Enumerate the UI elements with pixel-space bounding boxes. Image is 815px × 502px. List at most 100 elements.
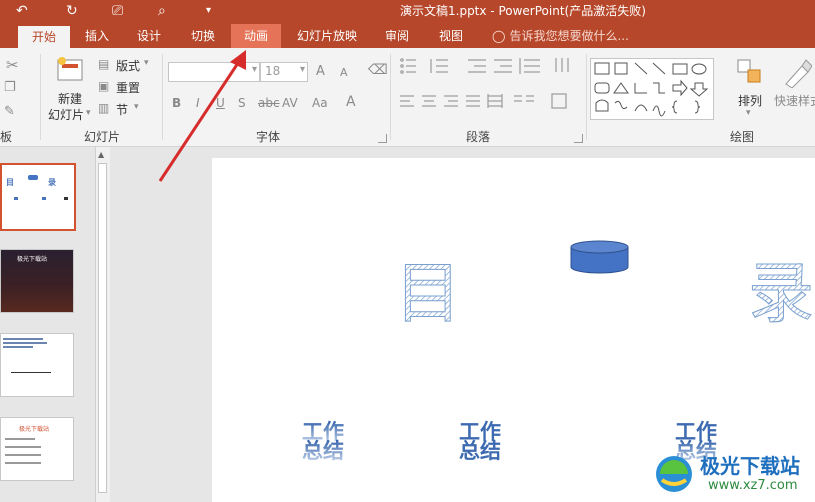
ribbon-tabs: 开始 插入 设计 切换 动画 幻灯片放映 审阅 视图 ◯ 告诉我您想要做什么... xyxy=(0,24,815,48)
tab-animations[interactable]: 动画 xyxy=(231,24,281,48)
clear-format-icon[interactable]: ⌫ xyxy=(368,62,388,78)
thumb-line xyxy=(3,342,47,344)
shrink-font-icon[interactable]: A xyxy=(340,66,348,79)
line-spacing-icon xyxy=(519,58,540,74)
font-dialog-launcher[interactable] xyxy=(378,134,387,143)
thumb-line xyxy=(3,346,33,348)
thumb-line xyxy=(5,438,35,440)
slide-thumbnail-4[interactable]: 极光下载站 xyxy=(0,417,74,481)
align-center-icon xyxy=(422,95,436,107)
grow-font-icon[interactable]: A xyxy=(316,64,325,79)
tab-design[interactable]: 设计 xyxy=(126,24,172,48)
left-brace-icon xyxy=(671,100,678,114)
right-arrow-icon xyxy=(672,79,688,97)
thumbnails-scrollbar[interactable]: ▲ xyxy=(95,147,110,502)
customize-qat-icon[interactable]: ▾ xyxy=(206,0,211,24)
align-right-icon xyxy=(444,95,458,107)
paragraph-dialog-launcher[interactable] xyxy=(574,134,583,143)
tell-me-box[interactable]: ◯ 告诉我您想要做什么... xyxy=(492,24,629,48)
new-slide-button[interactable]: 新建 幻灯片 ▾ xyxy=(46,54,94,124)
undo-icon[interactable]: ↶ xyxy=(16,0,28,24)
change-case-button[interactable]: Aa xyxy=(312,96,328,110)
curve-icon xyxy=(652,105,666,117)
font-name-combo[interactable]: ▾ xyxy=(168,62,260,82)
italic-button[interactable]: I xyxy=(196,96,200,110)
item-1[interactable]: 工作 总结 xyxy=(302,420,344,463)
thumb-mark xyxy=(42,197,46,200)
divider xyxy=(390,54,391,140)
numbering-icon xyxy=(430,59,448,73)
reset-button[interactable]: ▣ 重置 xyxy=(98,78,154,96)
font-size-value: 18 xyxy=(265,64,281,78)
columns-icon xyxy=(514,95,534,102)
cut-icon[interactable]: ✂ xyxy=(6,56,19,74)
chevron-down-icon: ▾ xyxy=(746,108,751,118)
thumb-text: 录 xyxy=(48,178,56,187)
char-spacing-button[interactable]: AV xyxy=(282,96,298,110)
chevron-down-icon: ▾ xyxy=(86,108,91,118)
quick-styles-label: 快速样式 xyxy=(774,94,815,108)
quick-styles-icon xyxy=(785,59,812,88)
quick-styles-button[interactable]: 快速样式 xyxy=(772,56,815,126)
cylinder-shape[interactable] xyxy=(570,240,629,274)
clipboard-group-label: 板 xyxy=(0,130,13,144)
watermark-name: 极光下载站 xyxy=(700,454,800,478)
font-size-combo[interactable]: 18 ▾ xyxy=(260,62,308,82)
title-char-lu[interactable]: 录 xyxy=(748,255,815,333)
chevron-down-icon: ▾ xyxy=(134,102,139,112)
tab-insert[interactable]: 插入 xyxy=(74,24,120,48)
down-arrow-icon xyxy=(689,82,709,97)
slide-thumbnail-1[interactable]: 目 录 xyxy=(0,163,76,231)
new-slide-label-2: 幻灯片 xyxy=(48,108,85,122)
reset-label: 重置 xyxy=(116,81,141,95)
chevron-down-icon: ▾ xyxy=(144,58,149,68)
paragraph-controls xyxy=(400,58,569,109)
layout-icon: ▤ xyxy=(98,57,110,71)
textbox-icon xyxy=(594,62,610,75)
shapes-gallery[interactable] xyxy=(590,58,714,120)
shadow-button[interactable]: S xyxy=(238,96,246,110)
item-1-line-2: 总结 xyxy=(302,439,344,463)
tab-transitions[interactable]: 切换 xyxy=(180,24,226,48)
item-2[interactable]: 工作 总结 xyxy=(459,420,501,463)
strikethrough-button[interactable]: abc xyxy=(258,96,280,110)
font-color-button[interactable]: A xyxy=(346,94,356,110)
ribbon-home: ✂ ❐ ✎ 板 新建 幻灯片 ▾ ▤ 版式 ▾ ▣ 重置 ▥ 节 ▾ 幻灯片 ▾… xyxy=(0,48,815,147)
layout-button[interactable]: ▤ 版式 ▾ xyxy=(98,56,154,74)
bold-button[interactable]: B xyxy=(172,96,181,110)
font-group-label: 字体 xyxy=(256,130,281,144)
decrease-indent-icon xyxy=(468,59,486,73)
divider xyxy=(40,54,41,140)
right-brace-icon xyxy=(694,100,701,114)
slide-thumbnail-3[interactable] xyxy=(0,333,74,397)
title-bar: ↶ ↻ ⎚ ⌕ ▾ 演示文稿1.pptx - PowerPoint(产品激活失败… xyxy=(0,0,815,24)
section-icon: ▥ xyxy=(98,101,110,115)
print-preview-icon[interactable]: ⌕ xyxy=(158,0,166,24)
tab-slideshow[interactable]: 幻灯片放映 xyxy=(288,24,366,48)
slide-thumbnail-2[interactable]: 极光下载站 xyxy=(0,249,74,313)
tab-view[interactable]: 视图 xyxy=(428,24,474,48)
thumb-line xyxy=(11,372,51,373)
watermark: 极光下载站 www.xz7.com xyxy=(650,448,815,502)
chevron-down-icon: ▾ xyxy=(299,64,305,75)
align-text-icon xyxy=(551,93,567,109)
tab-review[interactable]: 审阅 xyxy=(374,24,420,48)
elbow-arrow-icon xyxy=(653,82,665,94)
arrange-button[interactable]: 排列 ▾ xyxy=(732,56,766,126)
underline-button[interactable]: U xyxy=(216,96,225,110)
tab-home[interactable]: 开始 xyxy=(18,26,70,48)
format-painter-icon[interactable]: ✎ xyxy=(4,104,15,119)
thumb-line xyxy=(5,446,41,448)
redo-icon[interactable]: ↻ xyxy=(66,0,78,24)
title-char-mu[interactable]: 目 xyxy=(395,255,462,333)
scrollbar-thumb[interactable] xyxy=(98,163,107,493)
copy-icon[interactable]: ❐ xyxy=(4,80,16,95)
slide-thumbnails-pane: 目 录 极光下载站 极光下载站 xyxy=(0,147,95,502)
present-icon[interactable]: ⎚ xyxy=(112,0,123,24)
rounded-rect-icon xyxy=(594,82,610,94)
freeform-icon xyxy=(595,99,609,112)
scroll-up-icon[interactable]: ▲ xyxy=(98,150,104,159)
section-button[interactable]: ▥ 节 ▾ xyxy=(98,100,154,118)
thumb-text: 目 xyxy=(6,178,14,187)
increase-indent-icon xyxy=(494,59,512,73)
